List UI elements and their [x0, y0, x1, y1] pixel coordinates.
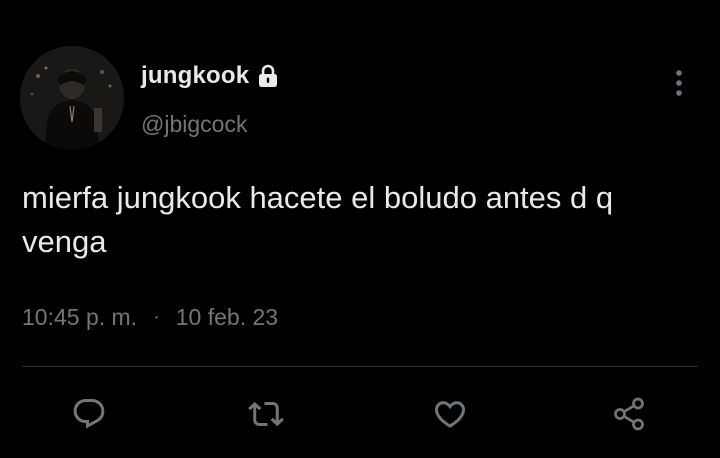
- reply-icon: [73, 399, 105, 429]
- reply-button[interactable]: [67, 392, 111, 436]
- tweet-meta: 10:45 p. m. · 10 feb. 23: [22, 304, 278, 331]
- retweet-icon: [248, 401, 284, 427]
- display-name[interactable]: jungkook: [141, 62, 249, 90]
- more-vertical-icon: [676, 70, 682, 96]
- like-button[interactable]: [428, 392, 472, 436]
- avatar-photo: [20, 46, 124, 150]
- action-bar: [0, 392, 720, 436]
- avatar[interactable]: [20, 46, 124, 150]
- retweet-button[interactable]: [244, 392, 288, 436]
- author-row: jungkook: [141, 62, 279, 90]
- tweet-detail: jungkook @jbigcock mierfa jungkook hacet…: [0, 0, 720, 458]
- author-handle[interactable]: @jbigcock: [141, 111, 247, 138]
- tweet-time[interactable]: 10:45 p. m.: [22, 304, 137, 331]
- share-button[interactable]: [607, 392, 651, 436]
- divider: [22, 366, 698, 367]
- heart-icon: [434, 401, 466, 428]
- more-options-button[interactable]: [664, 66, 694, 100]
- lock-icon: [257, 64, 279, 88]
- meta-separator: ·: [153, 306, 160, 328]
- share-icon: [614, 397, 644, 431]
- tweet-date[interactable]: 10 feb. 23: [176, 304, 278, 331]
- tweet-text: mierfa jungkook hacete el boludo antes d…: [22, 180, 614, 259]
